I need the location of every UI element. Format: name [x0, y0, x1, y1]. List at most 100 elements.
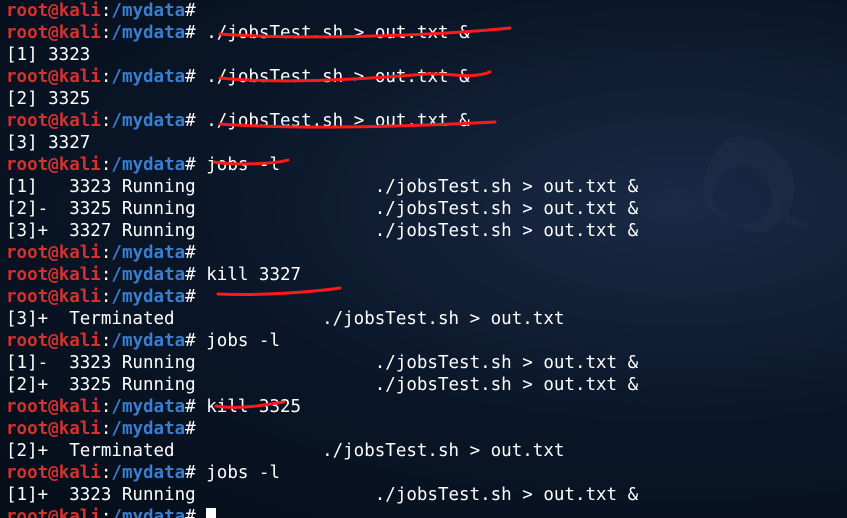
prompt-at: @: [48, 67, 59, 87]
prompt-colon: :: [101, 243, 112, 263]
terminal-line: [3]+ Terminated ./jobsTest.sh > out.txt: [6, 308, 841, 330]
prompt-path: /mydata: [111, 507, 185, 518]
prompt-at: @: [48, 23, 59, 43]
prompt-at: @: [48, 419, 59, 439]
terminal-line: [1] 3323 Running ./jobsTest.sh > out.txt…: [6, 176, 841, 198]
prompt-at: @: [48, 243, 59, 263]
prompt-colon: :: [101, 111, 112, 131]
prompt-at: @: [48, 397, 59, 417]
prompt-host: kali: [59, 265, 101, 285]
prompt-colon: :: [101, 397, 112, 417]
prompt-host: kali: [59, 243, 101, 263]
prompt-path: /mydata: [111, 331, 185, 351]
terminal-line: root@kali:/mydata# jobs -l: [6, 462, 841, 484]
terminal-line: [1]- 3323 Running ./jobsTest.sh > out.tx…: [6, 352, 841, 374]
prompt-colon: :: [101, 265, 112, 285]
prompt-hash: #: [185, 265, 206, 285]
output-text: [1]+ 3323 Running ./jobsTest.sh > out.tx…: [6, 485, 638, 505]
prompt-at: @: [48, 1, 59, 21]
prompt-host: kali: [59, 287, 101, 307]
prompt-path: /mydata: [111, 155, 185, 175]
prompt-user: root: [6, 331, 48, 351]
output-text: [2] 3325: [6, 89, 90, 109]
prompt-host: kali: [59, 507, 101, 518]
prompt-hash: #: [185, 243, 206, 263]
prompt-user: root: [6, 287, 48, 307]
terminal-line: root@kali:/mydata# ./jobsTest.sh > out.t…: [6, 22, 841, 44]
prompt-hash: #: [185, 23, 206, 43]
terminal-line: [2]+ 3325 Running ./jobsTest.sh > out.tx…: [6, 374, 841, 396]
prompt-hash: #: [185, 419, 206, 439]
prompt-hash: #: [185, 111, 206, 131]
prompt-colon: :: [101, 419, 112, 439]
prompt-host: kali: [59, 67, 101, 87]
prompt-at: @: [48, 331, 59, 351]
terminal-line: root@kali:/mydata# jobs -l: [6, 330, 841, 352]
prompt-hash: #: [185, 287, 206, 307]
prompt-hash: #: [185, 331, 206, 351]
prompt-colon: :: [101, 287, 112, 307]
prompt-path: /mydata: [111, 419, 185, 439]
command-text: kill 3327: [206, 265, 301, 285]
terminal-line: root@kali:/mydata# ./jobsTest.sh > out.t…: [6, 110, 841, 132]
output-text: [2]+ Terminated ./jobsTest.sh > out.txt: [6, 441, 564, 461]
terminal-line: root@kali:/mydata# ./jobsTest.sh > out.t…: [6, 66, 841, 88]
prompt-at: @: [48, 287, 59, 307]
terminal-line: root@kali:/mydata#: [6, 0, 841, 22]
terminal-line: root@kali:/mydata# kill 3327: [6, 264, 841, 286]
prompt-hash: #: [185, 1, 206, 21]
command-text: ./jobsTest.sh > out.txt &: [206, 23, 469, 43]
prompt-path: /mydata: [111, 397, 185, 417]
output-text: [2]- 3325 Running ./jobsTest.sh > out.tx…: [6, 199, 638, 219]
prompt-colon: :: [101, 1, 112, 21]
command-text: jobs -l: [206, 155, 280, 175]
output-text: [1] 3323: [6, 45, 90, 65]
prompt-path: /mydata: [111, 243, 185, 263]
prompt-path: /mydata: [111, 67, 185, 87]
prompt-user: root: [6, 155, 48, 175]
output-text: [1] 3323 Running ./jobsTest.sh > out.txt…: [6, 177, 638, 197]
terminal-output[interactable]: root@kali:/mydata# root@kali:/mydata# ./…: [0, 0, 847, 518]
output-text: [2]+ 3325 Running ./jobsTest.sh > out.tx…: [6, 375, 638, 395]
prompt-hash: #: [185, 463, 206, 483]
prompt-hash: #: [185, 507, 206, 518]
prompt-user: root: [6, 265, 48, 285]
prompt-at: @: [48, 463, 59, 483]
prompt-host: kali: [59, 1, 101, 21]
output-text: [3]+ 3327 Running ./jobsTest.sh > out.tx…: [6, 221, 638, 241]
prompt-colon: :: [101, 67, 112, 87]
prompt-hash: #: [185, 67, 206, 87]
cursor[interactable]: [206, 508, 216, 518]
terminal-line: root@kali:/mydata# jobs -l: [6, 154, 841, 176]
prompt-path: /mydata: [111, 287, 185, 307]
prompt-host: kali: [59, 463, 101, 483]
terminal-line: [1]+ 3323 Running ./jobsTest.sh > out.tx…: [6, 484, 841, 506]
prompt-user: root: [6, 243, 48, 263]
prompt-path: /mydata: [111, 23, 185, 43]
terminal-line: [2] 3325: [6, 88, 841, 110]
terminal-line: root@kali:/mydata# kill 3325: [6, 396, 841, 418]
terminal-line: [1] 3323: [6, 44, 841, 66]
prompt-user: root: [6, 463, 48, 483]
prompt-colon: :: [101, 155, 112, 175]
terminal-line: [3]+ 3327 Running ./jobsTest.sh > out.tx…: [6, 220, 841, 242]
prompt-at: @: [48, 507, 59, 518]
terminal-line: [2]- 3325 Running ./jobsTest.sh > out.tx…: [6, 198, 841, 220]
prompt-path: /mydata: [111, 1, 185, 21]
prompt-user: root: [6, 419, 48, 439]
terminal-line: root@kali:/mydata#: [6, 286, 841, 308]
prompt-host: kali: [59, 155, 101, 175]
command-text: kill 3325: [206, 397, 301, 417]
terminal-line: root@kali:/mydata#: [6, 506, 841, 518]
prompt-at: @: [48, 265, 59, 285]
command-text: jobs -l: [206, 463, 280, 483]
command-text: jobs -l: [206, 331, 280, 351]
output-text: [3] 3327: [6, 133, 90, 153]
terminal-line: [2]+ Terminated ./jobsTest.sh > out.txt: [6, 440, 841, 462]
prompt-user: root: [6, 1, 48, 21]
prompt-host: kali: [59, 111, 101, 131]
prompt-host: kali: [59, 397, 101, 417]
terminal-line: [3] 3327: [6, 132, 841, 154]
output-text: [1]- 3323 Running ./jobsTest.sh > out.tx…: [6, 353, 638, 373]
prompt-path: /mydata: [111, 463, 185, 483]
